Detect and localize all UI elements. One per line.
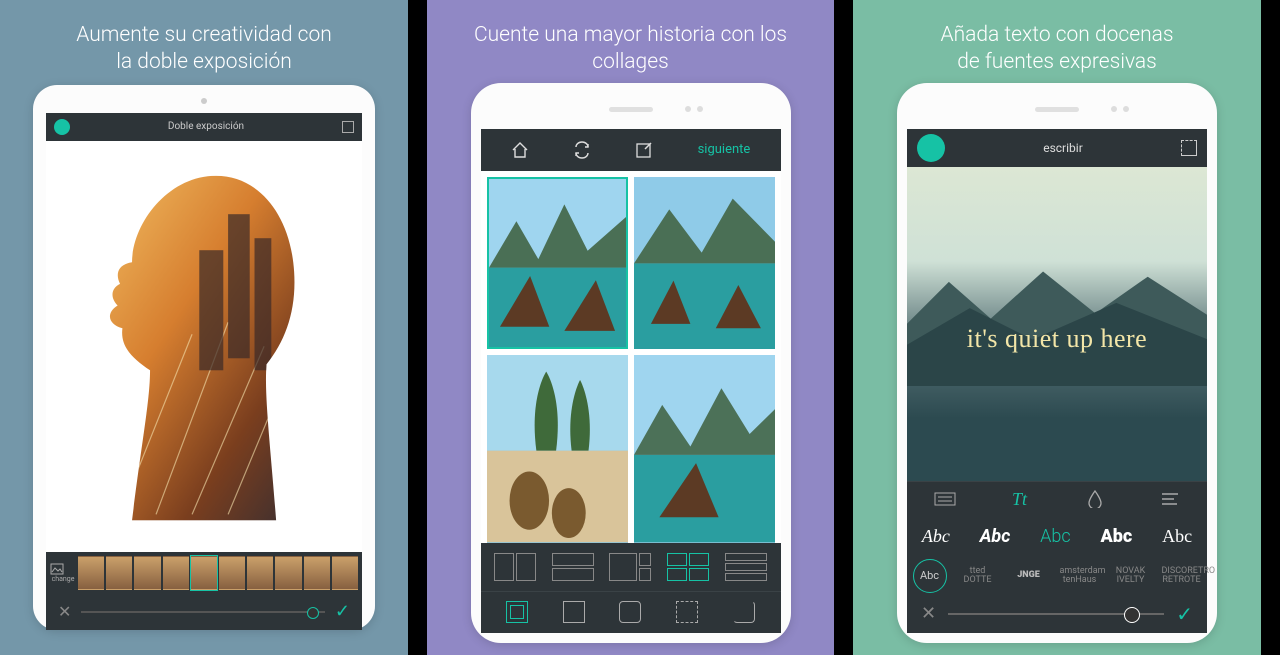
promo-panel-double-exposure: Aumente su creatividad con la doble expo… — [0, 0, 408, 655]
crop-icon[interactable] — [1181, 140, 1197, 156]
font-sample[interactable]: Abc — [1101, 526, 1133, 547]
collage-cell[interactable] — [487, 355, 628, 542]
font-chip[interactable]: JNGE — [1009, 571, 1049, 580]
brush-tool-button[interactable] — [54, 119, 70, 135]
promo-panel-text: Añada texto con docenas de fuentes expre… — [853, 0, 1261, 655]
border-style-picker — [481, 591, 781, 633]
panel-heading: Añada texto con docenas de fuentes expre… — [920, 0, 1193, 87]
blend-thumb-selected[interactable] — [191, 556, 217, 590]
blend-thumb[interactable] — [134, 556, 160, 590]
blend-thumb[interactable] — [247, 556, 273, 590]
blend-thumb[interactable] — [106, 556, 132, 590]
text-tool-tabs: Tt — [907, 481, 1207, 517]
collage-canvas[interactable] — [481, 171, 781, 543]
edit-icon[interactable] — [635, 141, 653, 159]
screen-title: Doble exposición — [70, 121, 342, 132]
apply-button[interactable]: ✓ — [1176, 602, 1193, 626]
effect-thumbnails: change — [46, 552, 362, 594]
screen-title: escribir — [955, 141, 1171, 155]
eraser-button[interactable] — [917, 134, 945, 162]
apply-button[interactable]: ✓ — [335, 601, 350, 622]
blend-thumb[interactable] — [163, 556, 189, 590]
font-preview-row: Abc Abc Abc Abc Abc — [907, 517, 1207, 557]
collage-toolbar: siguiente — [481, 129, 781, 171]
tablet-device-mock: Doble exposición — [33, 85, 375, 630]
opacity-slider-row: ✕ ✓ — [907, 595, 1207, 633]
font-sample[interactable]: Abc — [980, 526, 1011, 547]
editor-canvas[interactable]: it's quiet up here — [907, 167, 1207, 481]
layout-option[interactable] — [725, 553, 767, 581]
font-sample[interactable]: Abc — [1162, 526, 1192, 547]
sensors — [1111, 106, 1129, 112]
double-exposure-preview — [84, 149, 324, 544]
camera-dot — [201, 98, 207, 104]
border-option[interactable] — [733, 601, 755, 623]
font-chip[interactable]: NOVAK IVELTY — [1111, 567, 1151, 585]
panel-heading: Cuente una mayor historia con los collag… — [427, 0, 834, 87]
layout-option[interactable] — [494, 553, 536, 581]
font-sample-selected[interactable]: Abc — [1040, 526, 1071, 547]
next-button[interactable]: siguiente — [698, 142, 751, 157]
color-tab-icon[interactable] — [1083, 489, 1107, 509]
intensity-slider[interactable] — [81, 611, 325, 613]
blend-thumb[interactable] — [275, 556, 301, 590]
editor-canvas[interactable] — [46, 141, 362, 552]
blend-thumb[interactable] — [304, 556, 330, 590]
panel-divider — [408, 0, 427, 655]
sensors — [685, 106, 703, 112]
blend-thumb[interactable] — [332, 556, 358, 590]
opacity-slider[interactable] — [948, 613, 1164, 615]
cancel-button[interactable]: ✕ — [58, 602, 71, 621]
layout-option[interactable] — [552, 553, 594, 581]
phone-device-mock: escribir it's quiet up here Tt — [897, 83, 1217, 643]
app-header: Doble exposición — [46, 113, 362, 141]
blend-thumb[interactable] — [219, 556, 245, 590]
earpiece — [1035, 107, 1079, 112]
font-chip-selected[interactable]: Abc — [913, 559, 947, 593]
panel-heading: Aumente su creatividad con la doble expo… — [56, 0, 352, 87]
home-icon[interactable] — [511, 141, 529, 159]
app-screen: Doble exposición — [46, 113, 362, 630]
promo-panel-collage: Cuente una mayor historia con los collag… — [427, 0, 834, 655]
change-image-button[interactable]: change — [50, 563, 76, 583]
layout-option-selected[interactable] — [667, 553, 709, 581]
font-chip[interactable]: tted DOTTE — [958, 567, 998, 585]
cancel-button[interactable]: ✕ — [921, 603, 936, 624]
rotate-icon[interactable] — [573, 141, 591, 159]
border-option[interactable] — [676, 601, 698, 623]
collage-cell[interactable] — [634, 355, 775, 542]
panel-divider — [834, 0, 853, 655]
border-option[interactable] — [563, 601, 585, 623]
collage-cell[interactable] — [634, 177, 775, 350]
font-chip[interactable]: DISCORETRO RETROTE — [1162, 567, 1202, 585]
app-screen: escribir it's quiet up here Tt — [907, 129, 1207, 633]
font-chip[interactable]: amsterdam tenHaus — [1060, 567, 1100, 585]
text-overlay[interactable]: it's quiet up here — [907, 324, 1207, 354]
phone-device-mock: siguiente — [471, 83, 791, 643]
font-sample[interactable]: Abc — [922, 526, 950, 547]
align-tab-icon[interactable] — [1158, 489, 1182, 509]
compare-icon[interactable] — [342, 121, 354, 133]
font-tab-selected[interactable]: Tt — [1008, 489, 1032, 509]
app-screen: siguiente — [481, 129, 781, 633]
border-option-selected[interactable] — [506, 601, 528, 623]
earpiece — [609, 107, 653, 112]
border-option[interactable] — [619, 601, 641, 623]
blend-thumb[interactable] — [78, 556, 104, 590]
intensity-slider-row: ✕ ✓ — [46, 594, 362, 630]
font-chip-row: Abc tted DOTTE JNGE amsterdam tenHaus NO… — [907, 557, 1207, 595]
layout-option[interactable] — [609, 553, 651, 581]
keyboard-icon[interactable] — [933, 489, 957, 509]
text-toolbar: escribir — [907, 129, 1207, 167]
layout-picker — [481, 543, 781, 591]
collage-cell[interactable] — [487, 177, 628, 350]
